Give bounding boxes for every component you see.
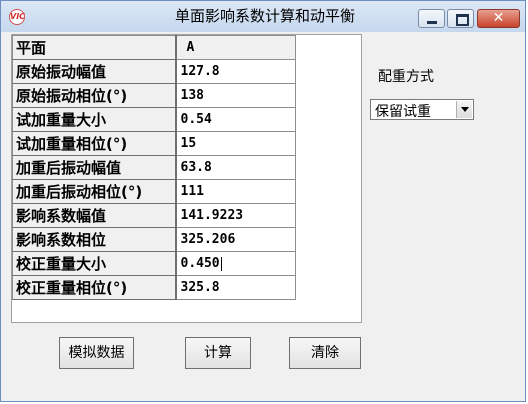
row-label: 试加重量大小 [12, 107, 177, 132]
table-row: 加重后振动幅值 63.8 [12, 155, 296, 180]
row-value-cell[interactable]: 141.9223 [175, 203, 296, 228]
row-value-cell[interactable]: 111 [175, 179, 296, 204]
row-label: 影响系数幅值 [12, 203, 177, 228]
row-label: 校正重量相位(°) [12, 275, 177, 300]
minimize-button[interactable] [418, 9, 445, 28]
row-value-cell-editing[interactable]: 0.450 [175, 251, 296, 276]
close-icon: ✕ [492, 10, 505, 26]
table-row: 影响系数幅值 141.9223 [12, 203, 296, 228]
table-row: 校正重量大小 0.450 [12, 251, 296, 276]
counterweight-selected-value: 保留试重 [375, 104, 431, 120]
row-value-cell[interactable]: 127.8 [175, 59, 296, 84]
editing-value: 0.450 [180, 256, 220, 271]
row-value-cell[interactable]: 0.54 [175, 107, 296, 132]
calculate-button[interactable]: 计算 [185, 337, 251, 369]
client-area: 平面 A 原始振动幅值 127.8 原始振动相位(°) 138 试加重量大小 0… [3, 32, 524, 398]
table-row: 影响系数相位 325.206 [12, 227, 296, 252]
row-label: 试加重量相位(°) [12, 131, 177, 156]
clear-button[interactable]: 清除 [289, 337, 361, 369]
row-value-cell[interactable]: 63.8 [175, 155, 296, 180]
chevron-down-icon[interactable] [456, 101, 472, 118]
balance-window: VIC 单面影响系数计算和动平衡 ✕ 平面 A 原始振动幅值 127.8 原始振… [0, 0, 526, 402]
simulate-data-button[interactable]: 模拟数据 [59, 337, 134, 369]
column-header-a: A [175, 35, 296, 60]
table-row: 试加重量大小 0.54 [12, 107, 296, 132]
title-bar[interactable]: VIC 单面影响系数计算和动平衡 ✕ [1, 1, 525, 32]
data-grid: 平面 A 原始振动幅值 127.8 原始振动相位(°) 138 试加重量大小 0… [11, 34, 362, 323]
row-value-cell[interactable]: 325.206 [175, 227, 296, 252]
row-value-cell[interactable]: 325.8 [175, 275, 296, 300]
maximize-button[interactable] [447, 9, 474, 28]
row-label: 加重后振动相位(°) [12, 179, 177, 204]
row-label: 原始振动相位(°) [12, 83, 177, 108]
close-button[interactable]: ✕ [477, 9, 520, 28]
table-row: 校正重量相位(°) 325.8 [12, 275, 296, 300]
row-label: 校正重量大小 [12, 251, 177, 276]
plane-header: 平面 [12, 35, 177, 60]
table-row: 试加重量相位(°) 15 [12, 131, 296, 156]
table-row: 原始振动相位(°) 138 [12, 83, 296, 108]
row-value-cell[interactable]: 15 [175, 131, 296, 156]
row-label: 原始振动幅值 [12, 59, 177, 84]
row-value-cell[interactable]: 138 [175, 83, 296, 108]
table-header-row: 平面 A [12, 35, 296, 60]
maximize-icon [456, 14, 469, 26]
data-table: 平面 A 原始振动幅值 127.8 原始振动相位(°) 138 试加重量大小 0… [12, 35, 296, 300]
table-row: 原始振动幅值 127.8 [12, 59, 296, 84]
counterweight-select[interactable]: 保留试重 [370, 99, 474, 120]
table-row: 加重后振动相位(°) 111 [12, 179, 296, 204]
counterweight-label: 配重方式 [378, 69, 434, 85]
minimize-icon [427, 21, 437, 24]
row-label: 加重后振动幅值 [12, 155, 177, 180]
row-label: 影响系数相位 [12, 227, 177, 252]
text-caret [220, 256, 222, 271]
